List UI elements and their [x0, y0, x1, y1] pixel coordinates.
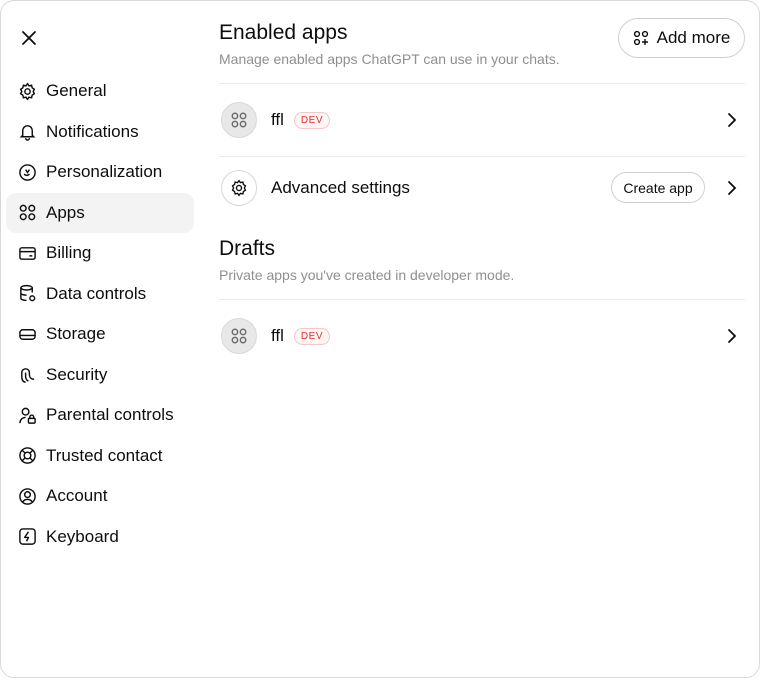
section-subtitle: Private apps you've created in developer… — [219, 267, 515, 283]
sidebar-item-label: Billing — [46, 243, 92, 263]
advanced-settings-label: Advanced settings — [271, 178, 410, 197]
sidebar-item-notifications[interactable]: Notifications — [6, 112, 194, 153]
app-name: ffl — [271, 326, 284, 345]
security-icon — [17, 365, 37, 385]
section-title: Enabled apps — [219, 21, 348, 44]
chevron-right-icon — [725, 178, 739, 198]
enabled-apps-header: Enabled apps Manage enabled apps ChatGPT… — [219, 21, 560, 67]
app-name: ffl — [271, 110, 284, 129]
lifebuoy-icon — [17, 446, 37, 466]
divider — [219, 156, 745, 157]
divider — [219, 299, 745, 300]
divider — [219, 83, 745, 84]
bell-icon — [17, 122, 37, 142]
sidebar-item-label: Keyboard — [46, 526, 119, 546]
drafts-header: Drafts Private apps you've created in de… — [219, 237, 514, 283]
settings-dialog: General Notifications Personalization Ap… — [0, 0, 760, 678]
sidebar-item-label: Security — [46, 364, 108, 384]
personalization-icon — [17, 162, 37, 182]
sidebar-item-general[interactable]: General — [6, 71, 194, 112]
apps-icon — [17, 203, 37, 223]
draft-app-row[interactable]: ffl DEV — [219, 316, 745, 356]
chevron-right-icon — [725, 110, 739, 130]
apps-add-icon — [633, 30, 649, 46]
section-title: Drafts — [219, 237, 276, 260]
storage-icon — [17, 324, 37, 344]
dev-badge: DEV — [293, 327, 330, 345]
sidebar-item-apps[interactable]: Apps — [6, 192, 194, 233]
sidebar-item-label: Account — [46, 486, 108, 506]
advanced-settings-row[interactable]: Advanced settings Create app — [219, 168, 745, 208]
sidebar-item-label: Personalization — [46, 162, 163, 182]
sidebar-item-label: Parental controls — [46, 405, 174, 425]
sidebar-item-label: Storage — [46, 324, 106, 344]
parental-icon — [17, 405, 37, 425]
card-icon — [17, 243, 37, 263]
sidebar-item-label: Apps — [46, 202, 85, 222]
section-subtitle: Manage enabled apps ChatGPT can use in y… — [219, 51, 560, 67]
database-icon — [17, 284, 37, 304]
sidebar-item-data-controls[interactable]: Data controls — [6, 274, 194, 315]
dev-badge: DEV — [293, 111, 330, 129]
app-icon — [221, 102, 257, 138]
sidebar-item-parental-controls[interactable]: Parental controls — [6, 395, 194, 436]
sidebar-item-trusted-contact[interactable]: Trusted contact — [6, 436, 194, 477]
sidebar-item-security[interactable]: Security — [6, 355, 194, 396]
sidebar-item-label: General — [46, 81, 107, 101]
app-icon — [221, 318, 257, 354]
sidebar-item-label: Data controls — [46, 283, 147, 303]
sidebar-item-storage[interactable]: Storage — [6, 314, 194, 355]
settings-sidebar: General Notifications Personalization Ap… — [6, 71, 194, 557]
keyboard-icon — [17, 527, 37, 547]
gear-icon — [17, 81, 37, 101]
enabled-app-row[interactable]: ffl DEV — [219, 100, 745, 140]
sidebar-item-account[interactable]: Account — [6, 476, 194, 517]
add-more-button[interactable]: Add more — [618, 18, 745, 58]
sidebar-item-personalization[interactable]: Personalization — [6, 152, 194, 193]
chevron-right-icon — [725, 326, 739, 346]
gear-icon — [221, 170, 257, 206]
sidebar-item-label: Trusted contact — [46, 445, 163, 465]
sidebar-item-label: Notifications — [46, 121, 139, 141]
close-icon — [22, 31, 36, 45]
sidebar-item-billing[interactable]: Billing — [6, 233, 194, 274]
sidebar-item-keyboard[interactable]: Keyboard — [6, 517, 194, 558]
account-icon — [17, 486, 37, 506]
create-app-button[interactable]: Create app — [611, 172, 705, 203]
add-more-label: Add more — [656, 28, 731, 47]
close-button[interactable] — [15, 24, 43, 52]
